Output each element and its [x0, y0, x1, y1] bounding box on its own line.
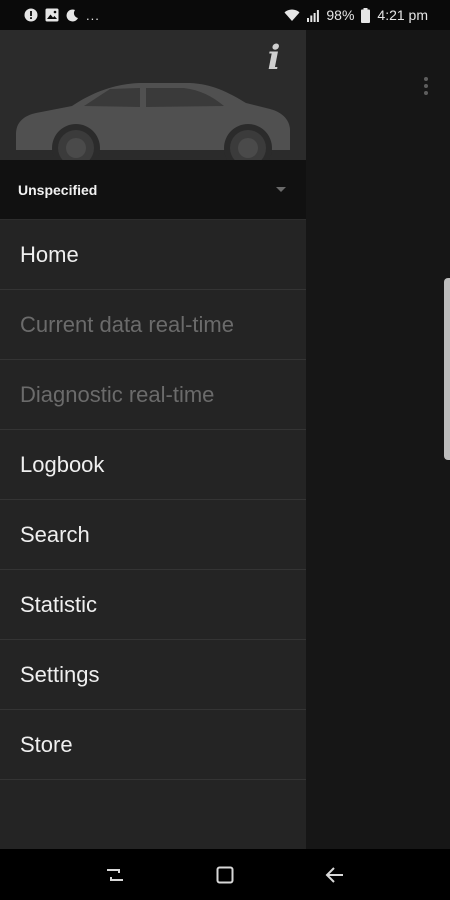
menu-item-statistic[interactable]: Statistic	[0, 570, 306, 640]
menu-item-current-data-real-time: Current data real-time	[0, 290, 306, 360]
status-bar: ... 98% 4:21 pm	[0, 0, 450, 30]
wifi-icon	[284, 9, 300, 22]
vehicle-selector[interactable]: Unspecified	[0, 160, 306, 220]
menu-item-label: Home	[20, 241, 79, 267]
menu-item-label: Statistic	[20, 591, 98, 617]
menu-item-settings[interactable]: Settings	[0, 640, 306, 710]
menu-item-label: Diagnostic real-time	[20, 381, 215, 407]
vehicle-selector-value: Unspecified	[18, 181, 98, 198]
status-system: 98% 4:21 pm	[284, 7, 428, 23]
back-arrow-icon[interactable]	[315, 855, 355, 895]
menu-item-label: Current data real-time	[20, 311, 234, 337]
info-icon[interactable]: i	[260, 40, 288, 76]
edge-panel-handle[interactable]	[444, 278, 450, 460]
clock: 4:21 pm	[377, 7, 428, 23]
moon-icon	[66, 8, 79, 22]
menu-item-diagnostic-real-time: Diagnostic real-time	[0, 360, 306, 430]
more-notifications: ...	[86, 7, 100, 23]
recents-icon[interactable]	[95, 855, 135, 895]
dropdown-arrow-icon	[276, 187, 286, 192]
menu-item-label: Store	[20, 731, 73, 757]
car-silhouette-image	[16, 83, 290, 160]
menu-item-store[interactable]: Store	[0, 710, 306, 780]
status-notifications: ...	[24, 8, 100, 23]
image-icon	[45, 8, 59, 22]
battery-icon	[361, 7, 371, 23]
navigation-drawer: i Unspecified Home Current data real-tim…	[0, 30, 306, 849]
menu-item-home[interactable]: Home	[0, 220, 306, 290]
menu-item-label: Search	[20, 521, 90, 547]
menu-item-label: Logbook	[20, 451, 105, 477]
alert-circle-icon	[24, 8, 38, 22]
battery-percent: 98%	[326, 7, 355, 23]
menu-item-logbook[interactable]: Logbook	[0, 430, 306, 500]
system-navigation-bar	[0, 849, 450, 900]
signal-icon	[307, 9, 320, 22]
more-vert-icon[interactable]	[416, 74, 436, 98]
home-square-icon[interactable]	[205, 855, 245, 895]
drawer-menu: Home Current data real-time Diagnostic r…	[0, 220, 306, 780]
drawer-header: i	[0, 30, 306, 160]
menu-item-search[interactable]: Search	[0, 500, 306, 570]
menu-item-label: Settings	[20, 661, 100, 687]
